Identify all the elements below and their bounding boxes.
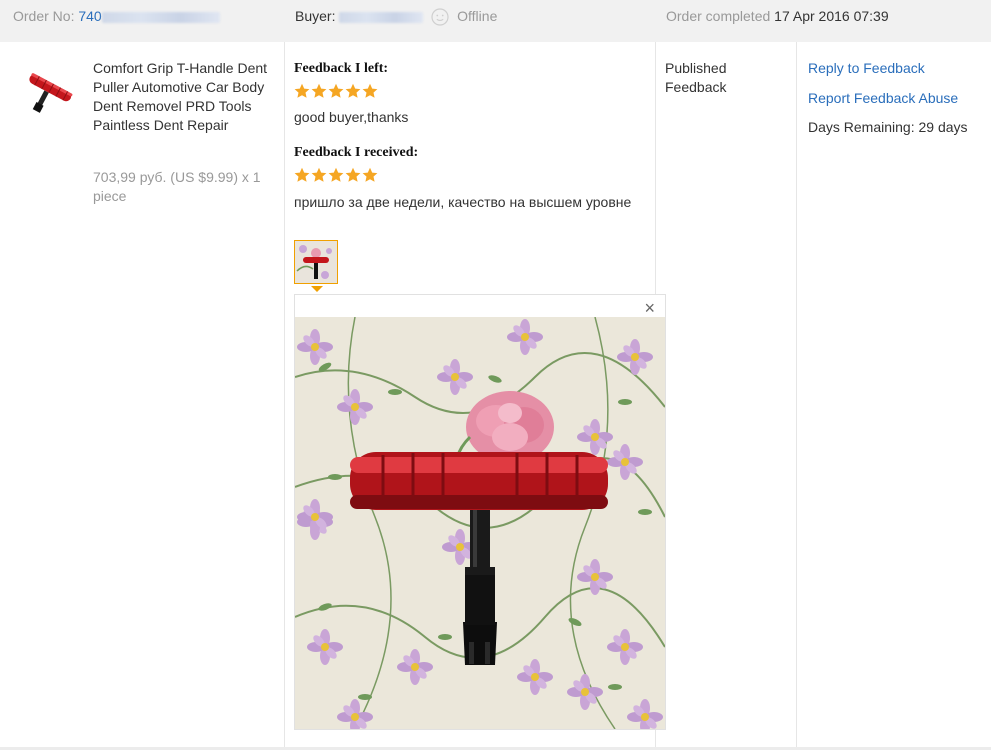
offline-chat-icon[interactable] xyxy=(431,8,449,26)
feedback-photo-thumbnail[interactable] xyxy=(294,240,338,284)
report-feedback-abuse-link[interactable]: Report Feedback Abuse xyxy=(808,90,958,106)
star-icon xyxy=(328,83,344,98)
feedback-received-heading: Feedback I received: xyxy=(294,145,419,160)
star-icon xyxy=(362,83,378,98)
order-completed-cell: Order completed 17 Apr 2016 07:39 xyxy=(666,8,889,24)
star-icon xyxy=(311,83,327,98)
buyer-status: Offline xyxy=(457,8,498,24)
feedback-received-stars xyxy=(294,167,378,183)
star-icon xyxy=(311,167,327,182)
star-icon xyxy=(328,167,344,182)
buyer-cell: Buyer: Offline xyxy=(295,8,497,26)
days-remaining: Days Remaining: 29 days xyxy=(808,119,968,135)
buyer-label: Buyer: xyxy=(295,8,336,24)
product-title-link[interactable]: Comfort Grip T-Handle Dent Puller Automo… xyxy=(93,59,278,135)
order-header: Order No: 740 Buyer: Offline Order compl… xyxy=(0,0,991,42)
feedback-left-text: good buyer,thanks xyxy=(294,109,409,125)
order-number-link[interactable]: 740 xyxy=(78,8,220,24)
order-number-cell: Order No: 740 xyxy=(13,8,220,24)
star-icon xyxy=(345,167,361,182)
order-completed-date: 17 Apr 2016 07:39 xyxy=(774,8,889,24)
feedback-photo-viewer: × xyxy=(294,294,666,730)
star-icon xyxy=(362,167,378,182)
order-number-label: Order No: xyxy=(13,8,75,24)
feedback-photo-large xyxy=(295,317,665,729)
feedback-received-text: пришло за две недели, качество на высшем… xyxy=(294,194,632,210)
star-icon xyxy=(345,83,361,98)
star-icon xyxy=(294,83,310,98)
feedback-left-stars xyxy=(294,83,378,99)
order-number-redacted xyxy=(101,11,220,23)
buyer-name-redacted[interactable] xyxy=(339,11,424,23)
reply-to-feedback-link[interactable]: Reply to Feedback xyxy=(808,60,925,76)
feedback-left-heading: Feedback I left: xyxy=(294,61,389,76)
thumbnail-caret xyxy=(311,286,323,292)
feedback-status: Published Feedback xyxy=(665,60,727,95)
feedback-photo-thumb-image xyxy=(295,241,337,283)
close-icon[interactable]: × xyxy=(644,298,655,318)
product-price: 703,99 руб. (US $9.99) x 1 piece xyxy=(93,169,261,204)
column-divider xyxy=(796,42,797,750)
order-feedback-row: Comfort Grip T-Handle Dent Puller Automo… xyxy=(0,42,991,750)
order-completed-label: Order completed xyxy=(666,8,771,24)
column-divider xyxy=(284,42,285,750)
star-icon xyxy=(294,167,310,182)
t-handle-dent-puller-icon[interactable] xyxy=(18,72,76,116)
